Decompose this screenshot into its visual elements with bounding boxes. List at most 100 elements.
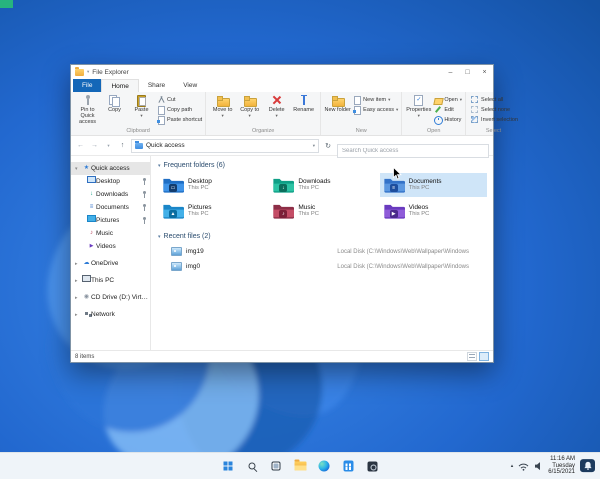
pin-icon [141, 204, 147, 211]
bell-icon [583, 462, 592, 471]
onedrive-icon [82, 259, 91, 268]
invert-selection-button[interactable]: Invert selection [471, 116, 518, 124]
history-button[interactable]: History [434, 116, 462, 125]
sidebar-item-downloads[interactable]: Downloads [71, 188, 150, 201]
chevron-right-icon[interactable]: ▸ [75, 312, 82, 318]
sidebar-item-documents[interactable]: Documents [71, 201, 150, 214]
back-button[interactable]: ← [75, 139, 86, 152]
music-emblem-icon: ♪ [279, 210, 288, 218]
copy-button[interactable]: Copy [101, 94, 128, 126]
chevron-down-icon[interactable]: ▾ [313, 143, 315, 149]
chevron-down-icon[interactable]: ▾ [75, 166, 82, 172]
section-recent-files[interactable]: Recent files (2) [158, 233, 487, 240]
up-button[interactable]: ↑ [117, 139, 128, 152]
volume-icon[interactable] [534, 461, 543, 471]
task-view-button[interactable] [268, 458, 285, 475]
folder-tile-downloads[interactable]: ↓ Downloads This PC [269, 173, 376, 197]
folder-tile-desktop[interactable]: ▭ Desktop This PC [159, 173, 266, 197]
folder-tile-videos[interactable]: ▶ Videos This PC [380, 199, 487, 223]
maximize-button[interactable]: □ [459, 65, 476, 79]
paste-shortcut-button[interactable]: Paste shortcut [157, 116, 203, 125]
sidebar-item-network[interactable]: ▸ Network [71, 308, 150, 321]
rename-label: Rename [293, 107, 315, 113]
sidebar-item-pictures[interactable]: Pictures [71, 214, 150, 227]
task-view-icon [271, 461, 281, 471]
tab-file[interactable]: File [73, 79, 102, 92]
close-button[interactable]: × [476, 65, 493, 79]
folder-tile-pictures[interactable]: ▲ Pictures This PC [159, 199, 266, 223]
desktop-icon [87, 176, 96, 187]
pin-icon [141, 217, 147, 224]
search-button[interactable] [244, 458, 261, 475]
start-button[interactable] [220, 458, 237, 475]
chevron-right-icon[interactable]: ▸ [75, 278, 82, 284]
select-all-button[interactable]: Select all [471, 96, 518, 104]
sidebar-item-this-pc[interactable]: ▸ This PC [71, 274, 150, 287]
file-name: img0 [186, 263, 201, 270]
copy-to-button[interactable]: Copy to ▾ [236, 94, 263, 126]
refresh-button[interactable]: ↻ [322, 139, 334, 152]
settings-button[interactable] [364, 458, 381, 475]
wifi-icon[interactable] [518, 461, 529, 471]
properties-button[interactable]: Properties ▾ [405, 94, 432, 126]
chevron-right-icon[interactable]: ▸ [75, 295, 82, 301]
chevron-right-icon[interactable]: ▸ [75, 261, 82, 267]
section-frequent-folders[interactable]: Frequent folders (6) [158, 162, 487, 169]
sidebar-item-label: This PC [91, 277, 115, 284]
tab-share[interactable]: Share [139, 79, 174, 92]
forward-button[interactable]: → [89, 139, 100, 152]
file-explorer-button[interactable] [292, 458, 309, 475]
details-view-button[interactable] [467, 352, 477, 361]
new-group-label: New [355, 128, 367, 134]
ribbon: Pin to Quick access Copy Paste ▾ Cut Cop… [71, 92, 518, 136]
new-folder-button[interactable]: New folder [324, 94, 351, 126]
move-to-button[interactable]: Move to ▾ [209, 94, 236, 126]
hidden-icons-button[interactable]: ▴ [511, 463, 514, 469]
new-folder-icon [332, 95, 346, 107]
folder-tile-music[interactable]: ♪ Music This PC [269, 199, 376, 223]
paste-shortcut-label: Paste shortcut [167, 117, 203, 123]
large-icons-view-button[interactable] [479, 352, 489, 361]
tab-view[interactable]: View [174, 79, 206, 92]
delete-button[interactable]: Delete ▾ [263, 94, 290, 126]
sidebar-item-label: Network [91, 311, 115, 318]
chevron-down-icon: ▾ [140, 113, 143, 119]
sidebar-item-desktop[interactable]: Desktop [71, 175, 150, 188]
new-item-button[interactable]: New item ▾ [353, 96, 398, 105]
sidebar-item-videos[interactable]: Videos [71, 240, 150, 253]
notification-button[interactable] [580, 459, 595, 473]
titlebar[interactable]: ▾ File Explorer – □ × [71, 65, 493, 79]
chevron-down-icon[interactable]: ▾ [87, 69, 89, 75]
store-button[interactable] [340, 458, 357, 475]
taskbar-clock[interactable]: 11:16 AM Tuesday 6/15/2021 [548, 456, 575, 476]
new-folder-label: New folder [324, 107, 351, 113]
copy-path-button[interactable]: Copy path [157, 106, 202, 115]
edit-button[interactable]: Edit [434, 106, 462, 114]
tab-home[interactable]: Home [101, 79, 139, 92]
sidebar-item-cd-drive[interactable]: ▸ CD Drive (D:) Virtual [71, 291, 150, 304]
easy-access-label: Easy access [363, 107, 395, 113]
items-count: 8 items [75, 353, 95, 360]
open-button[interactable]: Open ▾ [434, 96, 462, 104]
recent-locations-button[interactable]: ▾ [103, 139, 114, 152]
easy-access-button[interactable]: Easy access ▾ [353, 106, 398, 115]
file-row-img19[interactable]: img19 Local Disk (C:\Windows\Web\Wallpap… [157, 244, 487, 259]
windows-logo-icon [223, 461, 233, 471]
pin-to-quick-access-button[interactable]: Pin to Quick access [74, 94, 101, 126]
documents-emblem-icon: ≡ [389, 184, 398, 192]
sidebar-item-music[interactable]: Music [71, 227, 150, 240]
sidebar-item-onedrive[interactable]: ▸ OneDrive [71, 257, 150, 270]
paste-icon [136, 95, 147, 107]
sidebar-item-quick-access[interactable]: ▾ Quick access [71, 162, 150, 175]
edge-button[interactable] [316, 458, 333, 475]
select-none-icon [471, 106, 479, 113]
sidebar-item-label: Quick access [91, 165, 130, 172]
paste-button[interactable]: Paste ▾ [128, 94, 155, 126]
pin-icon [82, 95, 93, 106]
rename-button[interactable]: Rename [290, 94, 317, 126]
address-box[interactable]: Quick access ▾ [131, 138, 319, 153]
file-row-img0[interactable]: img0 Local Disk (C:\Windows\Web\Wallpape… [157, 259, 487, 274]
cut-button[interactable]: Cut [157, 96, 202, 104]
minimize-button[interactable]: – [442, 65, 459, 79]
select-none-button[interactable]: Select none [471, 106, 518, 114]
